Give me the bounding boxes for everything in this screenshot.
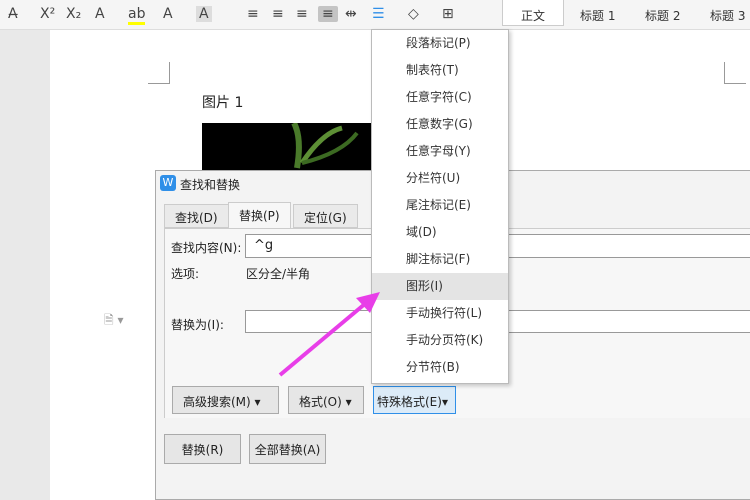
text-effect-icon[interactable]: A	[95, 6, 105, 22]
style-heading-3[interactable]: 标题 3	[710, 7, 745, 24]
style-heading-2[interactable]: 标题 2	[645, 7, 680, 24]
style-normal[interactable]: 正文	[521, 7, 545, 24]
strikethrough-icon[interactable]: A̶	[8, 6, 18, 22]
menu-item-any-letter[interactable]: 任意字母(Y)	[372, 138, 508, 165]
menu-item-tab[interactable]: 制表符(T)	[372, 57, 508, 84]
menu-item-section-break[interactable]: 分节符(B)	[372, 354, 508, 381]
fill-icon[interactable]: ◇	[408, 6, 419, 22]
menu-item-any-char[interactable]: 任意字符(C)	[372, 84, 508, 111]
distribute-icon[interactable]: ⇹	[345, 6, 357, 22]
highlight-icon[interactable]: ab	[128, 6, 146, 25]
style-heading-1[interactable]: 标题 1	[580, 7, 615, 24]
menu-item-page-break[interactable]: 手动分页符(K)	[372, 327, 508, 354]
border-icon[interactable]: ⊞	[442, 6, 454, 22]
tab-replace[interactable]: 替换(P)	[228, 202, 291, 229]
menu-item-paragraph-mark[interactable]: 段落标记(P)	[372, 30, 508, 57]
chevron-down-icon: ▾	[254, 395, 261, 409]
menu-item-any-digit[interactable]: 任意数字(G)	[372, 111, 508, 138]
superscript-icon[interactable]: X²	[40, 6, 55, 22]
replace-button[interactable]: 替换(R)	[164, 434, 241, 464]
char-shading-icon[interactable]: A	[196, 6, 212, 22]
dropdown-arrow-icon: ▾	[441, 395, 448, 409]
menu-item-line-break[interactable]: 手动换行符(L)	[372, 300, 508, 327]
menu-item-graphic[interactable]: 图形(I)	[372, 273, 508, 300]
dialog-title: 查找和替换	[180, 178, 241, 192]
image-caption: 图片 1	[202, 95, 244, 111]
replace-label: 替换为(I):	[171, 318, 224, 332]
margin-mark	[724, 62, 746, 84]
options-value: 区分全/半角	[246, 267, 311, 281]
replace-all-button[interactable]: 全部替换(A)	[249, 434, 326, 464]
toolbar: A̶ X² X₂ A ab A A ≡ ≡ ≡ ≡ ⇹ ☰ ◇ ⊞ 正文 标题 …	[0, 0, 750, 30]
menu-item-field[interactable]: 域(D)	[372, 219, 508, 246]
advanced-search-label: 高级搜索(M)	[183, 395, 251, 409]
tab-goto[interactable]: 定位(G)	[293, 204, 358, 228]
document-side-icon[interactable]: 🗎 ▾	[104, 311, 124, 332]
menu-item-column-break[interactable]: 分栏符(U)	[372, 165, 508, 192]
special-format-button[interactable]: 特殊格式(E)▾	[373, 386, 456, 414]
align-center-icon[interactable]: ≡	[272, 6, 284, 22]
format-button[interactable]: 格式(O) ▾	[288, 386, 364, 414]
menu-item-endnote[interactable]: 尾注标记(E)	[372, 192, 508, 219]
options-label: 选项:	[171, 267, 200, 281]
find-label: 查找内容(N):	[171, 241, 242, 255]
tab-find[interactable]: 查找(D)	[164, 204, 229, 228]
margin-mark	[148, 62, 170, 84]
special-format-label: 特殊格式(E)	[377, 395, 442, 409]
special-format-menu: 段落标记(P) 制表符(T) 任意字符(C) 任意数字(G) 任意字母(Y) 分…	[371, 29, 509, 384]
advanced-search-button[interactable]: 高级搜索(M) ▾	[172, 386, 279, 414]
align-left-icon[interactable]: ≡	[247, 6, 259, 22]
menu-item-footnote[interactable]: 脚注标记(F)	[372, 246, 508, 273]
align-right-icon[interactable]: ≡	[296, 6, 308, 22]
wps-logo-icon: W	[160, 175, 176, 191]
line-spacing-icon[interactable]: ☰	[372, 6, 385, 22]
subscript-icon[interactable]: X₂	[66, 6, 81, 22]
dropdown-arrow-icon: ▾	[345, 395, 352, 409]
format-label: 格式(O)	[299, 395, 342, 409]
font-color-icon[interactable]: A	[163, 6, 173, 22]
justify-icon[interactable]: ≡	[318, 6, 338, 22]
